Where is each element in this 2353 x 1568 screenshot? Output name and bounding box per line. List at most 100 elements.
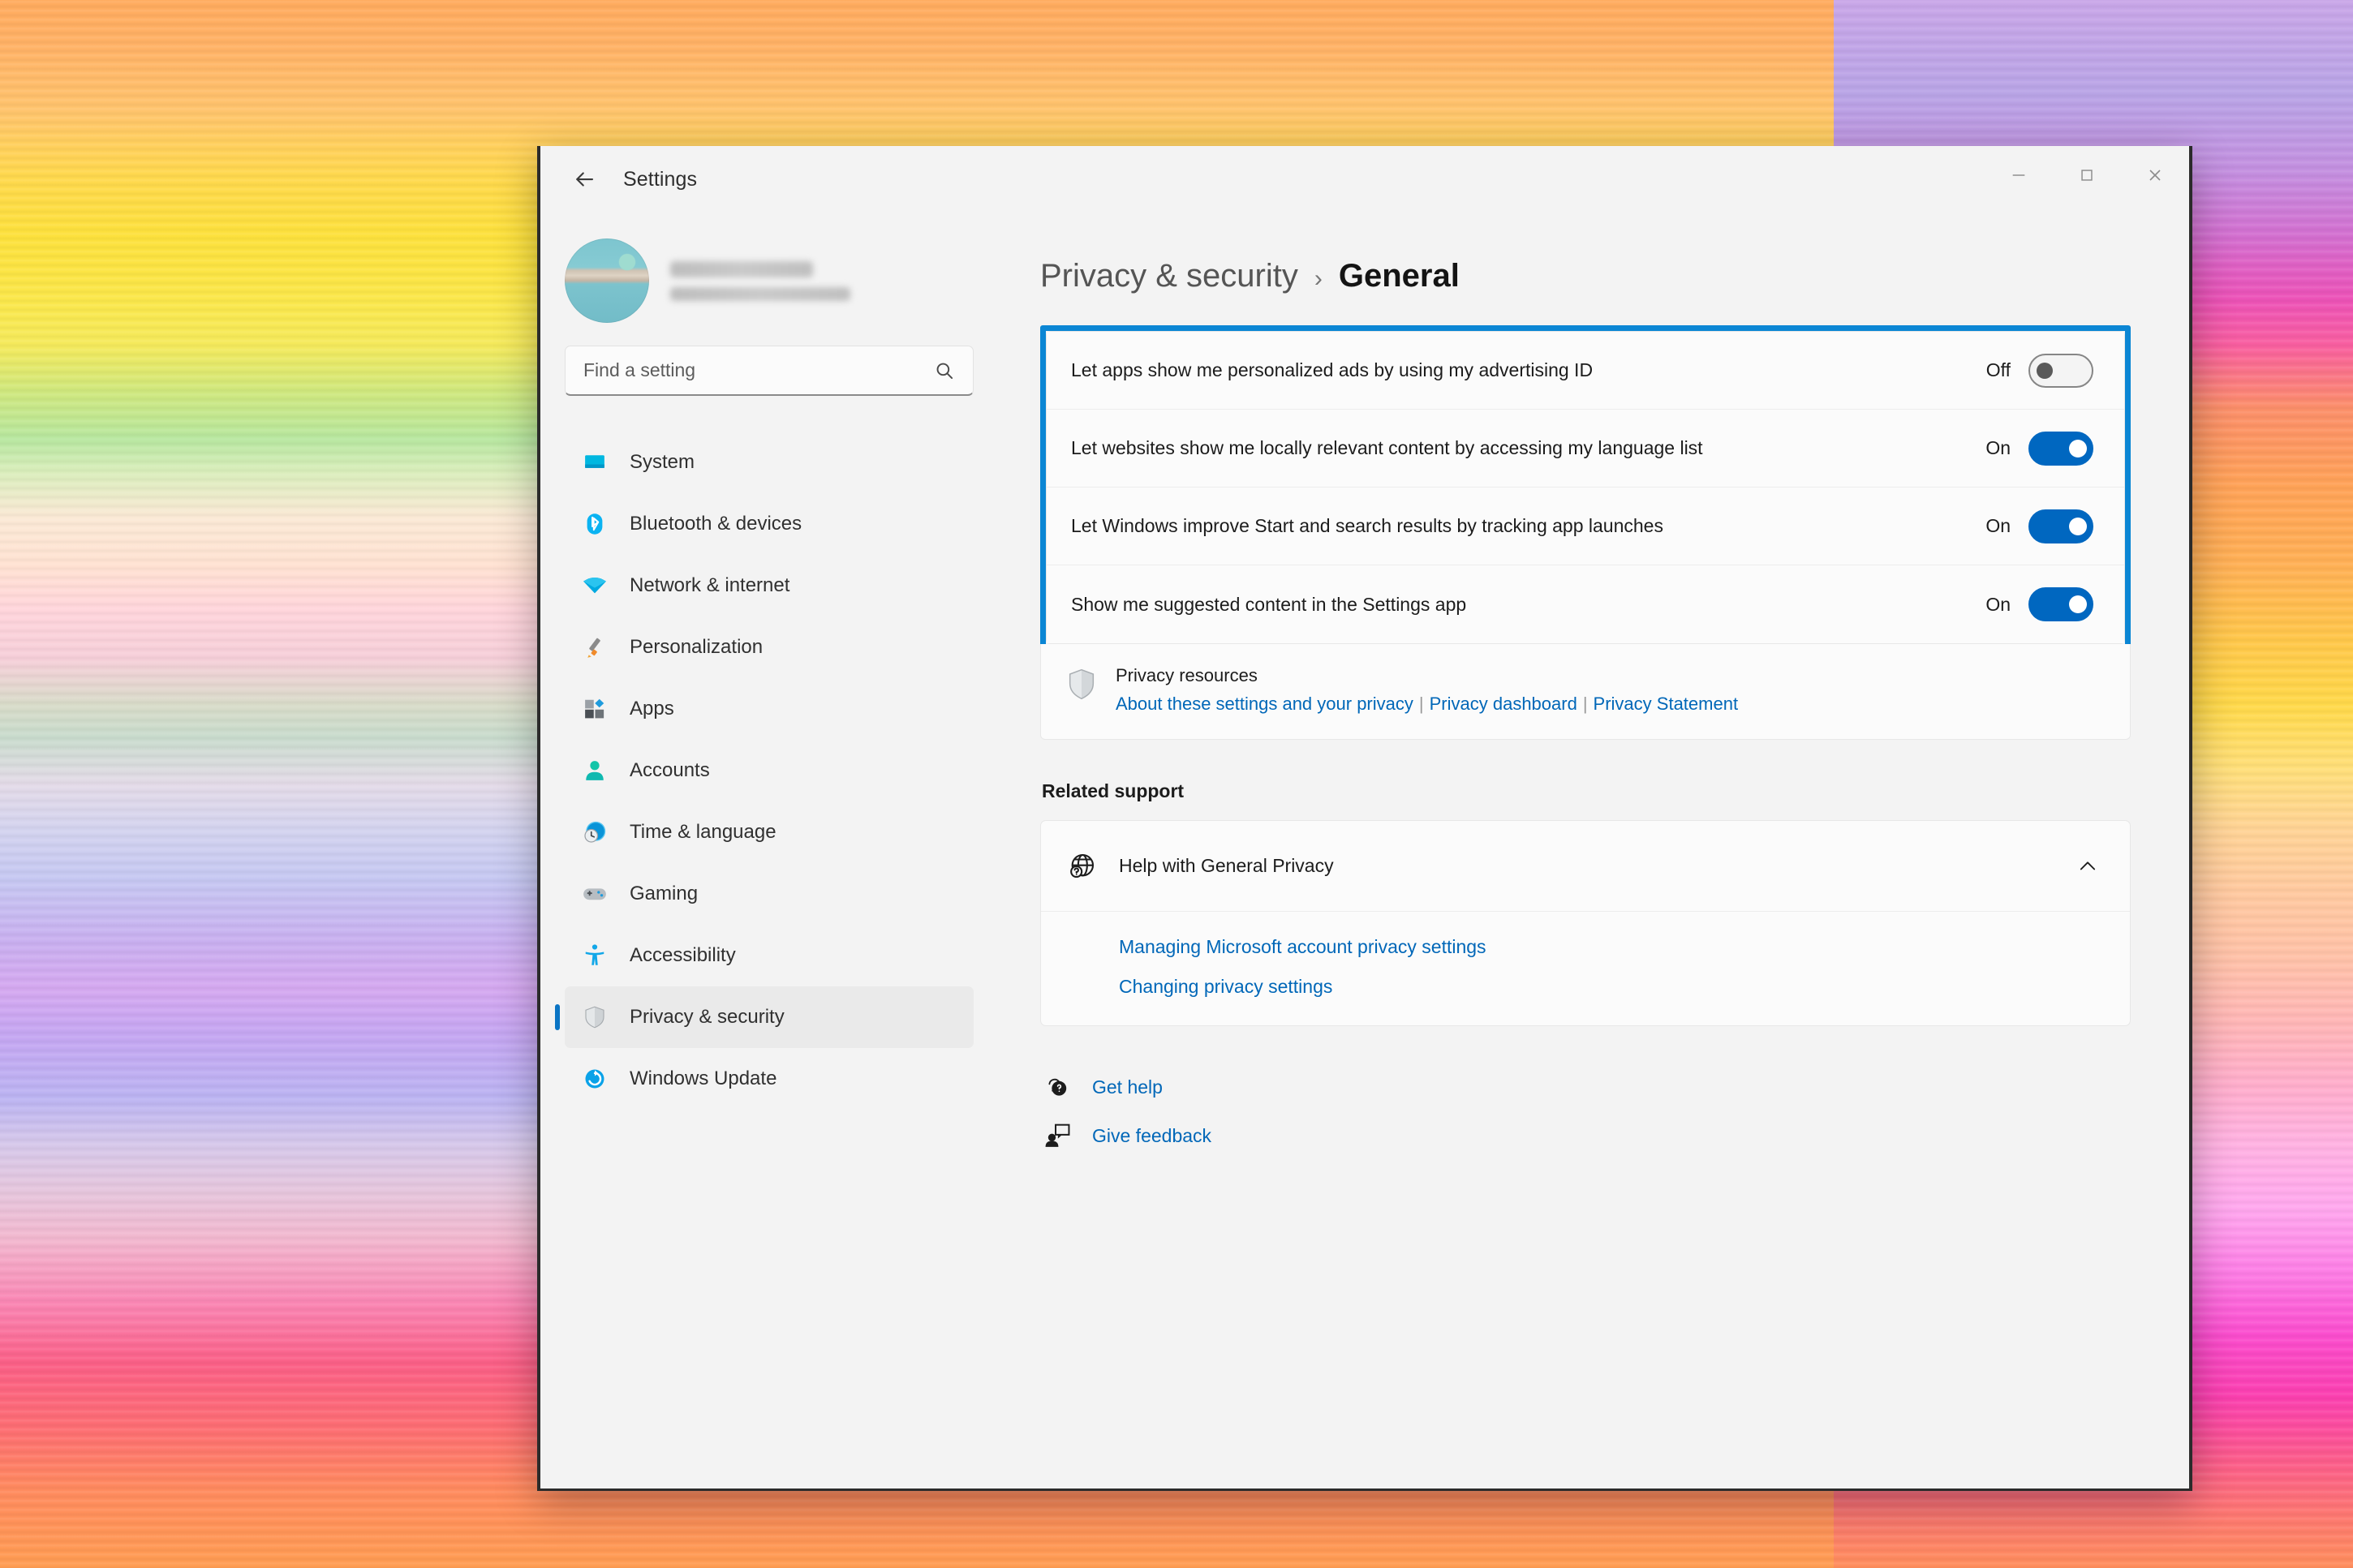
- accessibility-icon: [581, 942, 609, 969]
- search-icon: [936, 363, 953, 379]
- toggle-row[interactable]: Show me suggested content in the Setting…: [1047, 565, 2124, 643]
- sidebar-item-apps[interactable]: Apps: [565, 678, 974, 740]
- help-question-icon: [1043, 1073, 1071, 1101]
- sidebar-item-time-language[interactable]: Time & language: [565, 801, 974, 863]
- clock-globe-icon: [581, 818, 609, 846]
- back-button[interactable]: [561, 157, 607, 202]
- settings-window: Settings Find a setting System Bluetooth…: [537, 146, 2192, 1491]
- sidebar-item-label: Apps: [630, 698, 674, 720]
- changing-privacy-settings-link[interactable]: Changing privacy settings: [1119, 976, 1332, 998]
- toggle-knob: [2069, 595, 2087, 613]
- account-name: [670, 260, 813, 277]
- sidebar-item-accessibility[interactable]: Accessibility: [565, 925, 974, 986]
- toggle-state: On: [1985, 515, 2011, 536]
- toggles-card: Let apps show me personalized ads by usi…: [1046, 331, 2125, 644]
- advertising-id-toggle[interactable]: [2028, 353, 2093, 388]
- privacy-resources-text: Privacy resources About these settings a…: [1116, 665, 1738, 715]
- search-input[interactable]: Find a setting: [565, 346, 974, 396]
- toggle-state: On: [1985, 593, 2011, 615]
- sidebar-item-label: System: [630, 451, 695, 473]
- close-button[interactable]: [2121, 146, 2189, 204]
- back-arrow-icon: [576, 172, 594, 187]
- track-app-launches-toggle[interactable]: [2028, 509, 2093, 543]
- page-title: General: [1338, 258, 1460, 294]
- toggle-label: Let Windows improve Start and search res…: [1071, 515, 1663, 536]
- sidebar-item-label: Accessibility: [630, 944, 736, 966]
- sidebar-item-label: Bluetooth & devices: [630, 513, 802, 535]
- paintbrush-icon: [581, 634, 609, 661]
- minimize-icon: [2012, 174, 2025, 176]
- breadcrumb-parent[interactable]: Privacy & security: [1040, 258, 1298, 294]
- sidebar-item-label: Time & language: [630, 821, 776, 843]
- gamepad-icon: [581, 880, 609, 908]
- help-general-privacy-expander[interactable]: Help with General Privacy: [1041, 821, 2130, 912]
- shield-icon: [581, 1003, 609, 1031]
- wifi-icon: [581, 572, 609, 599]
- maximize-icon: [2081, 170, 2093, 181]
- sidebar-item-label: Personalization: [630, 636, 764, 658]
- person-icon: [581, 757, 609, 784]
- account-email: [670, 286, 850, 301]
- sidebar-item-gaming[interactable]: Gaming: [565, 863, 974, 925]
- toggle-row[interactable]: Let Windows improve Start and search res…: [1047, 488, 2124, 565]
- app-title: Settings: [623, 167, 698, 191]
- window-titlebar: Settings: [540, 146, 2189, 213]
- sidebar-item-windows-update[interactable]: Windows Update: [565, 1048, 974, 1110]
- sidebar-item-accounts[interactable]: Accounts: [565, 740, 974, 801]
- give-feedback-label: Give feedback: [1092, 1124, 1212, 1146]
- chevron-up-icon[interactable]: [2076, 855, 2099, 878]
- footer-links: Get help Give feedback: [1040, 1073, 2131, 1149]
- sidebar-item-privacy-security[interactable]: Privacy & security: [565, 986, 974, 1048]
- toggle-label: Show me suggested content in the Setting…: [1071, 593, 1467, 615]
- privacy-dashboard-link[interactable]: Privacy dashboard: [1430, 694, 1577, 714]
- search-placeholder: Find a setting: [583, 359, 696, 380]
- toggle-state: On: [1985, 437, 2011, 458]
- sidebar-item-label: Accounts: [630, 759, 710, 781]
- suggested-content-toggle[interactable]: [2028, 587, 2093, 621]
- feedback-icon: [1043, 1122, 1071, 1149]
- toggle-label: Let websites show me locally relevant co…: [1071, 437, 1703, 458]
- toggle-row[interactable]: Let apps show me personalized ads by usi…: [1047, 332, 2124, 410]
- content-pane: Privacy & security › General Let apps sh…: [995, 213, 2189, 1489]
- related-support-heading: Related support: [1042, 780, 1185, 801]
- sidebar-item-personalization[interactable]: Personalization: [565, 616, 974, 678]
- window-controls: [1985, 146, 2189, 213]
- about-settings-privacy-link[interactable]: About these settings and your privacy: [1116, 694, 1413, 714]
- link-separator: |: [1418, 694, 1424, 714]
- breadcrumb: Privacy & security › General: [1040, 213, 2131, 294]
- sidebar-nav: System Bluetooth & devices Network & int…: [565, 432, 974, 1110]
- help-general-privacy-label: Help with General Privacy: [1119, 855, 1334, 876]
- sidebar: Find a setting System Bluetooth & device…: [540, 213, 995, 1489]
- shield-icon: [1065, 667, 1098, 707]
- maximize-button[interactable]: [2053, 146, 2121, 204]
- toggle-row[interactable]: Let websites show me locally relevant co…: [1047, 410, 2124, 488]
- sidebar-item-label: Network & internet: [630, 574, 790, 596]
- related-support-card: Help with General Privacy Managing Micro…: [1040, 820, 2131, 1026]
- window-body: Find a setting System Bluetooth & device…: [540, 213, 2189, 1489]
- managing-ms-account-privacy-link[interactable]: Managing Microsoft account privacy setti…: [1119, 936, 1486, 958]
- sidebar-item-bluetooth-devices[interactable]: Bluetooth & devices: [565, 493, 974, 555]
- get-help-link[interactable]: Get help: [1040, 1073, 1163, 1101]
- minimize-button[interactable]: [1985, 146, 2053, 204]
- toggle-state: Off: [1985, 359, 2011, 380]
- toggle-label: Let apps show me personalized ads by usi…: [1071, 359, 1594, 380]
- account-text: [670, 260, 850, 301]
- monitor-icon: [581, 449, 609, 476]
- privacy-resources-links: About these settings and your privacy | Pr…: [1116, 694, 1738, 715]
- chevron-right-icon: ›: [1314, 265, 1323, 292]
- sidebar-item-system[interactable]: System: [565, 432, 974, 493]
- update-icon: [581, 1065, 609, 1093]
- privacy-statement-link[interactable]: Privacy Statement: [1594, 694, 1739, 714]
- sidebar-item-label: Privacy & security: [630, 1006, 785, 1028]
- privacy-resources: Privacy resources About these settings a…: [1040, 644, 2131, 740]
- highlight-annotation: Let apps show me personalized ads by usi…: [1040, 325, 2131, 650]
- privacy-resources-title: Privacy resources: [1116, 665, 1258, 685]
- sidebar-item-network-internet[interactable]: Network & internet: [565, 555, 974, 616]
- sidebar-item-label: Windows Update: [630, 1068, 777, 1089]
- language-list-toggle[interactable]: [2028, 431, 2093, 466]
- give-feedback-link[interactable]: Give feedback: [1040, 1122, 1211, 1149]
- related-support-links: Managing Microsoft account privacy setti…: [1041, 912, 2130, 1025]
- sidebar-item-label: Gaming: [630, 883, 699, 904]
- apps-grid-icon: [581, 695, 609, 723]
- account-profile[interactable]: [565, 213, 974, 346]
